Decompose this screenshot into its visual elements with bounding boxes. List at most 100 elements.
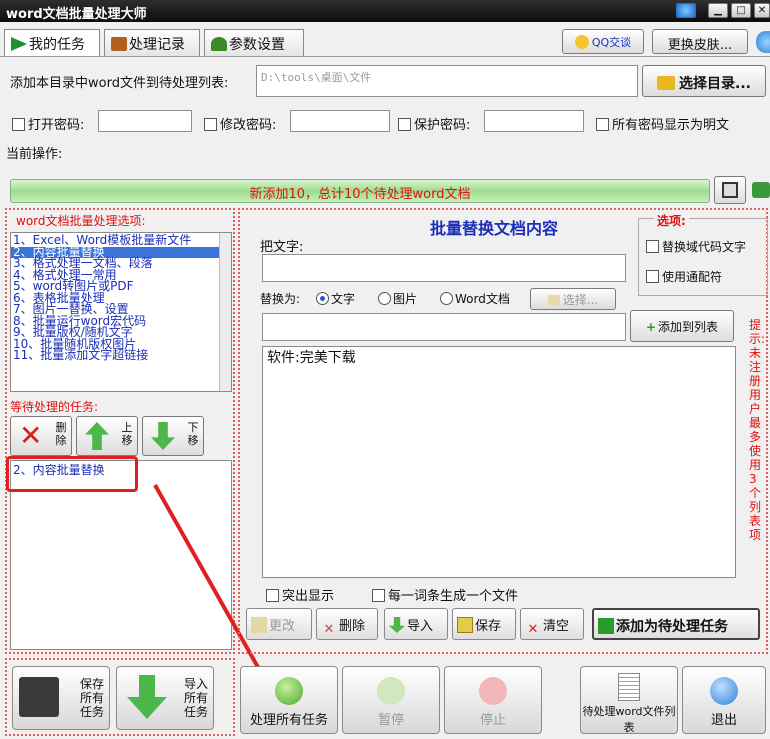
choose-file-button[interactable]: 选择... <box>530 288 616 310</box>
list-item[interactable]: 11、批量添加文字超链接 <box>11 349 231 362</box>
modify-password-label: 修改密码: <box>220 118 277 133</box>
tab-my-tasks[interactable]: 我的任务 <box>4 29 100 57</box>
plus-icon: + <box>645 320 657 334</box>
exit-label: 退出 <box>710 713 737 728</box>
radio-image[interactable]: 图片 <box>378 290 417 307</box>
replace-text-input[interactable] <box>262 313 626 341</box>
exit-button[interactable]: 退出 <box>682 666 766 734</box>
pause-icon <box>377 677 405 705</box>
progress-bar: 新添加10，总计10个待处理word文档 <box>10 179 710 203</box>
clear-label: 清空 <box>543 619 570 634</box>
move-down-button[interactable]: 下移 <box>142 416 204 456</box>
find-text-input[interactable] <box>262 254 626 282</box>
tab-label: 我的任务 <box>29 37 85 53</box>
help-icon[interactable] <box>676 3 696 18</box>
checkbox-box[interactable] <box>398 118 411 131</box>
qq-icon <box>574 35 589 49</box>
radio-circle[interactable] <box>440 292 453 305</box>
qq-chat-button[interactable]: QQ交谈 <box>562 29 644 54</box>
options-scrollbar[interactable] <box>219 233 231 391</box>
replace-entries-list[interactable]: 软件:完美下载 <box>262 346 736 578</box>
modify-button[interactable]: 更改 <box>246 608 312 640</box>
save-log-button[interactable] <box>714 176 746 204</box>
save-icon <box>457 617 473 633</box>
briefcase-icon <box>111 37 127 51</box>
stop-button[interactable]: 停止 <box>444 666 542 734</box>
qq-label: QQ交谈 <box>591 36 632 49</box>
title-bar: word文档批量处理大师 ▁ □ ✕ <box>0 0 770 22</box>
import-button[interactable]: 导入 <box>384 608 448 640</box>
move-up-button[interactable]: 上移 <box>76 416 138 456</box>
per-entry-checkbox[interactable]: 每一词条生成一个文件 <box>372 585 518 604</box>
modify-password-input[interactable] <box>290 110 390 132</box>
cross-icon: ✕ <box>527 622 539 637</box>
delete-label: 删除 <box>339 619 366 634</box>
arrow-up-icon <box>85 422 109 450</box>
select-directory-button[interactable]: 选择目录... <box>642 65 766 97</box>
arrow-down-icon <box>151 422 175 450</box>
pending-list-label: 待处理word文件列表 <box>582 705 676 734</box>
show-plain-checkbox[interactable]: 所有密码显示为明文 <box>596 114 729 133</box>
wildcard-label: 使用通配符 <box>662 270 723 284</box>
checkbox-box[interactable] <box>596 118 609 131</box>
dir-path-field[interactable]: D:\tools\桌面\文件 <box>256 65 638 97</box>
minimize-button[interactable]: ▁ <box>708 3 728 18</box>
add-task-icon <box>598 618 614 634</box>
move-down-label: 下移 <box>187 421 199 447</box>
tab-history[interactable]: 处理记录 <box>104 29 200 57</box>
tab-label: 处理记录 <box>129 37 185 53</box>
tab-settings[interactable]: 参数设置 <box>204 29 304 57</box>
save-entries-button[interactable]: 保存 <box>452 608 516 640</box>
highlight-label: 突出显示 <box>282 589 335 604</box>
checkbox-box[interactable] <box>266 589 279 602</box>
import-label: 导入 <box>407 619 434 634</box>
open-password-checkbox[interactable]: 打开密码: <box>12 114 84 133</box>
replace-field-code-label: 替换域代码文字 <box>662 240 747 254</box>
checkbox-box[interactable] <box>646 240 659 253</box>
maximize-button[interactable]: □ <box>731 3 751 18</box>
clear-button[interactable]: ✕ 清空 <box>520 608 584 640</box>
delete-task-button[interactable]: ✕ 删除 <box>10 416 72 456</box>
add-pending-task-button[interactable]: 添加为待处理任务 <box>592 608 760 640</box>
import-all-tasks-button[interactable]: 导入所有任务 <box>116 666 214 730</box>
protect-password-input[interactable] <box>484 110 584 132</box>
dir-label: 添加本目录中word文件到待处理列表: <box>10 76 229 91</box>
add-to-list-button[interactable]: + 添加到列表 <box>630 310 734 342</box>
save-all-label: 保存所有任务 <box>79 677 104 719</box>
options-list[interactable]: 1、Excel、Word模板批量新文件 2、内容批量替换 3、格式处理一文档、段… <box>10 232 232 392</box>
process-all-button[interactable]: 处理所有任务 <box>240 666 338 734</box>
move-up-label: 上移 <box>121 421 133 447</box>
tab-label: 参数设置 <box>229 37 285 53</box>
checkbox-box[interactable] <box>372 589 385 602</box>
radio-circle[interactable] <box>316 292 329 305</box>
modify-password-checkbox[interactable]: 修改密码: <box>204 114 276 133</box>
replace-field-code-checkbox[interactable]: 替换域代码文字 <box>646 238 746 255</box>
pencil-icon <box>251 617 267 633</box>
globe-icon[interactable] <box>756 31 770 53</box>
close-button[interactable]: ✕ <box>754 3 770 18</box>
pending-file-list-button[interactable]: 待处理word文件列表 <box>580 666 678 734</box>
protect-password-label: 保护密码: <box>414 118 471 133</box>
wildcard-checkbox[interactable]: 使用通配符 <box>646 268 722 285</box>
tree-icon[interactable] <box>752 182 770 198</box>
delete-entry-button[interactable]: ✕ 删除 <box>316 608 378 640</box>
file-list-icon <box>618 673 640 701</box>
stop-label: 停止 <box>479 713 506 728</box>
highlight-checkbox[interactable]: 突出显示 <box>266 585 334 604</box>
delete-icon: ✕ <box>323 622 335 637</box>
radio-circle[interactable] <box>378 292 391 305</box>
radio-word[interactable]: Word文档 <box>440 290 510 307</box>
radio-text[interactable]: 文字 <box>316 290 355 307</box>
save-all-tasks-button[interactable]: 保存所有任务 <box>12 666 110 730</box>
progress-text: 新添加10，总计10个待处理word文档 <box>249 187 471 202</box>
list-item[interactable]: 软件:完美下载 <box>263 347 735 369</box>
change-skin-button[interactable]: 更换皮肤... <box>652 29 748 54</box>
open-password-input[interactable] <box>98 110 192 132</box>
checkbox-box[interactable] <box>646 270 659 283</box>
add-to-list-label: 添加到列表 <box>658 320 719 334</box>
import-all-label: 导入所有任务 <box>183 677 208 719</box>
pause-button[interactable]: 暂停 <box>342 666 440 734</box>
protect-password-checkbox[interactable]: 保护密码: <box>398 114 470 133</box>
checkbox-box[interactable] <box>204 118 217 131</box>
checkbox-box[interactable] <box>12 118 25 131</box>
